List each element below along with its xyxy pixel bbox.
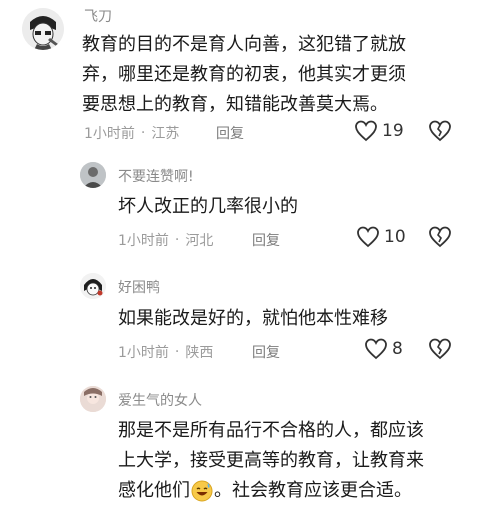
avatar-haokunya[interactable] xyxy=(80,273,106,299)
comment-meta: 1小时前 · 河北 xyxy=(118,230,213,250)
comment-body: 教育的目的不是育人向善，这犯错了就放 弃，哪里还是教育的初衷，他其实才更须 要思… xyxy=(82,30,462,120)
like-count: 8 xyxy=(392,339,403,359)
avatar-feidao[interactable] xyxy=(22,8,64,50)
dislike-button[interactable] xyxy=(428,338,452,360)
like-count: 10 xyxy=(384,227,406,247)
comment-meta: 1小时前 · 江苏 xyxy=(84,123,179,143)
comment-text-line: 要思想上的教育，知错能改善莫大焉。 xyxy=(82,94,388,115)
dislike-button[interactable] xyxy=(428,120,452,142)
comment-author[interactable]: 不要连赞啊! xyxy=(118,166,194,186)
comment-location: 陕西 xyxy=(185,345,214,361)
comment-time: 1小时前 xyxy=(118,233,169,249)
broken-heart-icon xyxy=(429,120,451,142)
broken-heart-icon xyxy=(429,226,451,248)
broken-heart-icon xyxy=(429,338,451,360)
separator-dot: · xyxy=(140,125,146,141)
comment-text-line: 如果能改是好的，就怕他本性难移 xyxy=(118,308,388,329)
comment-time: 1小时前 xyxy=(118,345,169,361)
comment-text-line-with-emoji: 感化他们 。社会教育应该更合适。 xyxy=(118,476,468,506)
comment-text-segment: 感化他们 xyxy=(118,480,190,501)
avatar-buyao[interactable] xyxy=(80,162,106,188)
comment-body: 那是不是所有品行不合格的人，都应该 上大学，接受更高等的教育，让教育来 感化他们… xyxy=(118,416,468,506)
avatar-cartoon-icon xyxy=(80,273,106,299)
grinning-sweat-emoji-icon xyxy=(191,480,213,502)
comment-time: 1小时前 xyxy=(84,126,135,142)
separator-dot: · xyxy=(174,232,180,248)
like-button[interactable]: 10 xyxy=(356,226,406,248)
comment-text-line: 弃，哪里还是教育的初衷，他其实才更须 xyxy=(82,64,406,85)
heart-outline-icon xyxy=(365,338,387,360)
heart-outline-icon xyxy=(357,226,379,248)
like-button[interactable]: 19 xyxy=(354,120,404,142)
avatar-photo-icon xyxy=(80,386,106,412)
comment-text-line: 那是不是所有品行不合格的人，都应该 xyxy=(118,420,424,441)
comment-location: 河北 xyxy=(185,233,214,249)
avatar-cartoon-icon xyxy=(22,8,64,50)
comment-author[interactable]: 飞刀 xyxy=(84,6,112,26)
comment-location: 江苏 xyxy=(151,126,180,142)
comment-meta: 1小时前 · 陕西 xyxy=(118,342,213,362)
like-button[interactable]: 8 xyxy=(364,338,403,360)
heart-outline-icon xyxy=(355,120,377,142)
comment-text-line: 上大学，接受更高等的教育，让教育来 xyxy=(118,450,424,471)
reply-button[interactable]: 回复 xyxy=(252,342,280,362)
comment-text-line: 教育的目的不是育人向善，这犯错了就放 xyxy=(82,34,406,55)
comment-text-line: 坏人改正的几率很小的 xyxy=(118,196,298,217)
reply-button[interactable]: 回复 xyxy=(252,230,280,250)
comment-author[interactable]: 好困鸭 xyxy=(118,277,160,297)
avatar-photo-icon xyxy=(80,162,106,188)
reply-button[interactable]: 回复 xyxy=(216,123,244,143)
comment-text-segment: 。社会教育应该更合适。 xyxy=(214,480,412,501)
dislike-button[interactable] xyxy=(428,226,452,248)
avatar-aishengqi[interactable] xyxy=(80,386,106,412)
separator-dot: · xyxy=(174,344,180,360)
like-count: 19 xyxy=(382,121,404,141)
comment-author[interactable]: 爱生气的女人 xyxy=(118,390,202,410)
